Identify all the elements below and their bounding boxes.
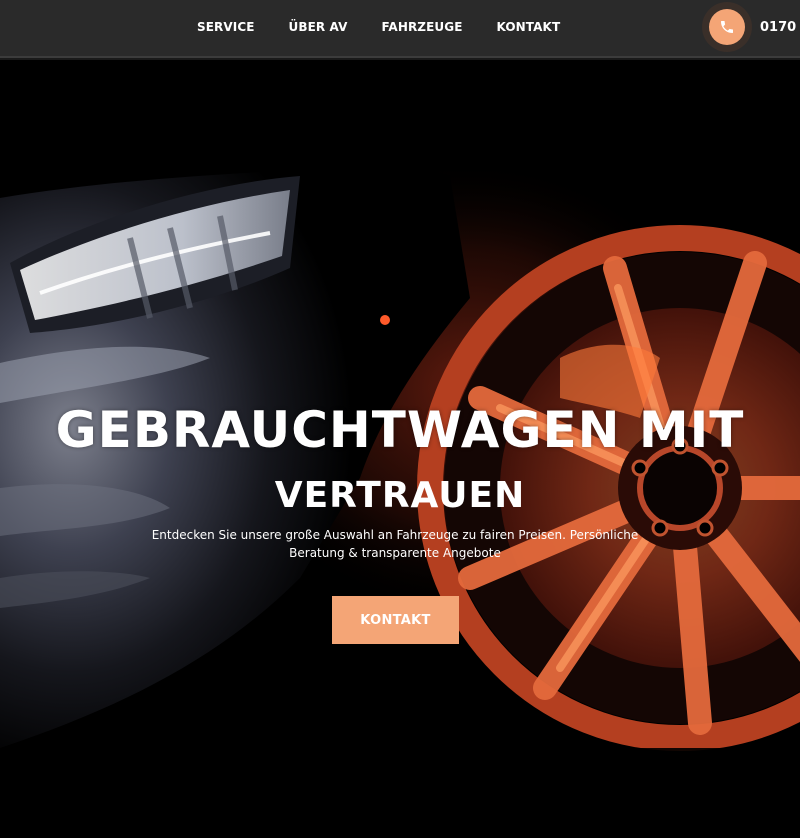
phone-icon [721, 21, 733, 33]
page: SERVICE ÜBER AV FAHRZEUGE KONTAKT 0170 7 [0, 0, 800, 838]
nav-link-fahrzeuge[interactable]: FAHRZEUGE [382, 20, 463, 34]
site-header: SERVICE ÜBER AV FAHRZEUGE KONTAKT 0170 7 [0, 0, 800, 58]
hero-contact-button[interactable]: KONTAKT [332, 596, 459, 644]
hero-content: GEBRAUCHTWAGEN MIT VERTRAUEN Entdecken S… [0, 58, 800, 838]
nav-link-ueber-av[interactable]: ÜBER AV [289, 20, 348, 34]
hero-subtitle: Entdecken Sie unsere große Auswahl an Fa… [151, 528, 639, 560]
phone-icon-badge [709, 9, 745, 45]
hero-title-line-2: VERTRAUEN [274, 475, 526, 516]
hero-section: GEBRAUCHTWAGEN MIT VERTRAUEN Entdecken S… [0, 58, 800, 838]
hero-title-line-1: GEBRAUCHTWAGEN MIT [55, 401, 745, 459]
phone-button[interactable] [702, 2, 752, 52]
nav-link-kontakt[interactable]: KONTAKT [497, 20, 561, 34]
phone-number[interactable]: 0170 7 [760, 20, 800, 35]
phone-contact[interactable]: 0170 7 [702, 0, 800, 54]
main-nav: SERVICE ÜBER AV FAHRZEUGE KONTAKT [180, 0, 577, 54]
nav-link-service[interactable]: SERVICE [197, 20, 255, 34]
